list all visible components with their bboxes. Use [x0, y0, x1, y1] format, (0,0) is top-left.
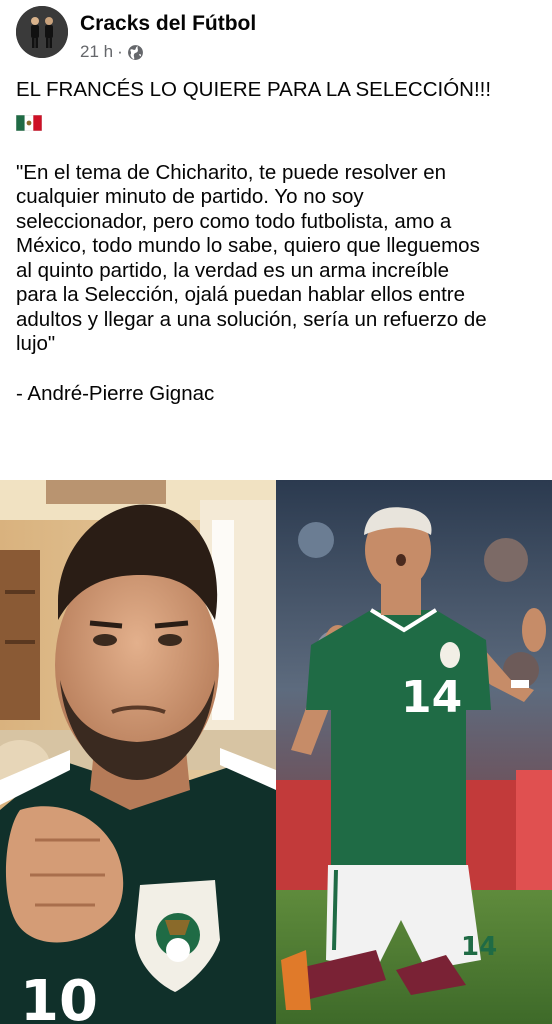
- quote-line: para la Selección, ojalá puedan hablar e…: [16, 283, 466, 306]
- post-headline: EL FRANCÉS LO QUIERE PARA LA SELECCIÓN!!…: [16, 78, 492, 101]
- quote-line: seleccionador, pero como todo futbolista…: [16, 209, 452, 233]
- photo-collage[interactable]: 10 14 14: [0, 480, 552, 1024]
- left-jersey-number: 10: [20, 969, 98, 1024]
- quote-line: cualquier minuto de partido. Yo no soy: [16, 185, 364, 208]
- mexico-flag-icon: [15, 113, 43, 131]
- post-header: Cracks del Fútbol 21 h ·: [16, 6, 536, 62]
- svg-text:14: 14: [461, 932, 497, 962]
- right-jersey-number: 14: [401, 672, 462, 723]
- quote-line: México, todo mundo lo sabe, quiero que l…: [16, 234, 480, 257]
- post-text: EL FRANCÉS LO QUIERE PARA LA SELECCIÓN!!…: [15, 78, 540, 406]
- globe-icon: [127, 44, 144, 61]
- post-time[interactable]: 21 h: [80, 42, 113, 62]
- page-avatar[interactable]: [16, 6, 68, 58]
- quote-line: "En el tema de Chicharito, te puede reso…: [16, 160, 447, 184]
- quote-line: adultos y llegar a una solución, sería u…: [16, 307, 487, 331]
- chicharito-kneeling-photo[interactable]: 14 14: [276, 480, 552, 1024]
- gignac-selfie-photo[interactable]: 10: [0, 480, 276, 1024]
- post-meta: 21 h ·: [80, 42, 144, 62]
- quote-line: al quinto partido, la verdad es un arma …: [16, 258, 450, 282]
- meta-separator: ·: [117, 42, 123, 61]
- post-quote: "En el tema de Chicharito, te puede reso…: [16, 161, 540, 357]
- quote-line: lujo": [16, 332, 56, 355]
- page-name[interactable]: Cracks del Fútbol: [80, 12, 256, 36]
- quote-author: - André-Pierre Gignac: [16, 381, 215, 405]
